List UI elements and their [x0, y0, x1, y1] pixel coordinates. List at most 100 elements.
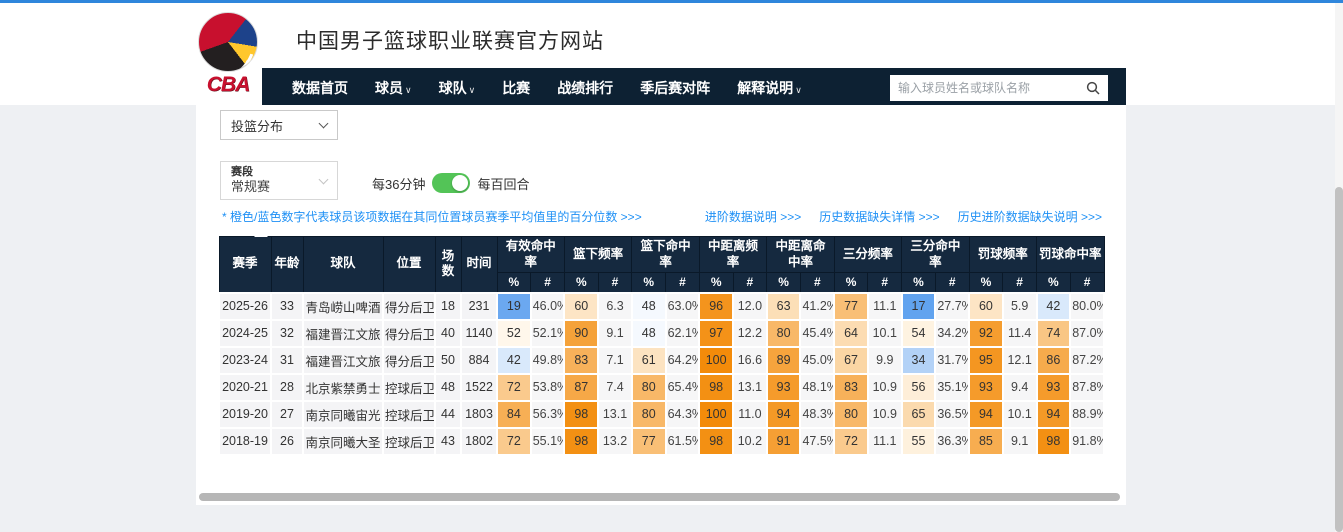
link-missing-data-details[interactable]: 历史数据缺失详情 >>> — [819, 208, 939, 225]
stage-select[interactable]: 赛段 常规赛 — [220, 161, 338, 200]
toggle-knob — [452, 175, 468, 191]
age-cell: 31 — [271, 347, 303, 374]
stat-group-header[interactable]: 中距离频率 — [699, 237, 766, 273]
percentile-cell: 67 — [834, 347, 868, 374]
minutes-cell: 1802 — [461, 428, 497, 455]
minutes-cell: 1803 — [461, 401, 497, 428]
percentile-cell: 72 — [497, 428, 531, 455]
horizontal-scrollbar[interactable] — [199, 493, 1120, 501]
position-cell: 控球后卫 — [383, 374, 435, 401]
link-advanced-stats-help[interactable]: 进阶数据说明 >>> — [705, 208, 801, 225]
percentile-cell: 94 — [1037, 401, 1071, 428]
percentile-cell: 93 — [767, 374, 801, 401]
sub-header-percentile[interactable]: % — [834, 273, 868, 293]
per-mode-toggle[interactable] — [432, 173, 470, 193]
nav-item-teams[interactable]: 球队∨ — [439, 78, 476, 98]
sub-header-percentile[interactable]: % — [497, 273, 531, 293]
stat-group-header[interactable]: 篮下频率 — [564, 237, 631, 273]
nav-item-standings[interactable]: 战绩排行 — [557, 78, 613, 98]
sub-header-percentile[interactable]: % — [632, 273, 666, 293]
stat-group-header[interactable]: 罚球频率 — [969, 237, 1036, 273]
link-missing-advanced-data[interactable]: 历史进阶数据缺失说明 >>> — [958, 208, 1102, 225]
value-cell: 9.9 — [868, 347, 902, 374]
sub-header-percentile[interactable]: % — [1037, 273, 1071, 293]
percentile-cell: 94 — [969, 401, 1003, 428]
sub-header-percentile[interactable]: % — [969, 273, 1003, 293]
sub-header-value[interactable]: # — [666, 273, 700, 293]
percentile-cell: 92 — [969, 320, 1003, 347]
col-header[interactable]: 时间 — [461, 237, 497, 293]
value-cell: 7.1 — [598, 347, 632, 374]
value-cell: 48.3% — [800, 401, 834, 428]
value-cell: 13.1 — [733, 374, 767, 401]
content-card: 投篮分布 赛段 常规赛 每36分钟 每百回合 * 橙色/蓝色数字代表球员该项数据… — [196, 105, 1126, 505]
value-cell: 9.1 — [1003, 428, 1037, 455]
value-cell: 45.0% — [800, 347, 834, 374]
sub-header-value[interactable]: # — [868, 273, 902, 293]
percentile-cell: 98 — [699, 374, 733, 401]
sub-header-value[interactable]: # — [935, 273, 969, 293]
vertical-scrollbar-thumb[interactable] — [1335, 187, 1343, 532]
percentile-cell: 74 — [1037, 320, 1071, 347]
search-input[interactable] — [890, 81, 1078, 95]
percentile-cell: 91 — [767, 428, 801, 455]
sub-header-value[interactable]: # — [800, 273, 834, 293]
col-header[interactable]: 场数 — [435, 237, 461, 293]
sub-header-percentile[interactable]: % — [767, 273, 801, 293]
col-header[interactable]: 球队 — [303, 237, 383, 293]
cba-logo[interactable]: CBA — [192, 12, 264, 97]
value-cell: 87.8% — [1070, 374, 1104, 401]
sub-header-percentile[interactable]: % — [564, 273, 598, 293]
value-cell: 9.1 — [598, 320, 632, 347]
chevron-down-icon — [319, 174, 329, 184]
value-cell: 41.2% — [800, 293, 834, 320]
games-cell: 18 — [435, 293, 461, 320]
nav-item-playoffs[interactable]: 季后赛对阵 — [640, 78, 710, 98]
stage-value: 常规赛 — [231, 179, 270, 195]
search-button[interactable] — [1078, 75, 1108, 101]
percentile-cell: 95 — [969, 347, 1003, 374]
sub-header-value[interactable]: # — [1003, 273, 1037, 293]
report-type-select[interactable]: 投篮分布 — [220, 110, 338, 140]
col-header[interactable]: 赛季 — [219, 237, 271, 293]
col-header[interactable]: 位置 — [383, 237, 435, 293]
value-cell: 6.3 — [598, 293, 632, 320]
col-header[interactable]: 年龄 — [271, 237, 303, 293]
stat-group-header[interactable]: 罚球命中率 — [1037, 237, 1105, 273]
sub-header-value[interactable]: # — [733, 273, 767, 293]
sub-header-percentile[interactable]: % — [902, 273, 936, 293]
percentile-cell: 98 — [564, 401, 598, 428]
nav-item-glossary[interactable]: 解释说明∨ — [737, 78, 802, 98]
nav-item-players[interactable]: 球员∨ — [375, 78, 412, 98]
percentile-cell: 77 — [834, 293, 868, 320]
nav-item-games[interactable]: 比赛 — [502, 78, 530, 98]
percentile-cell: 17 — [902, 293, 936, 320]
report-type-value: 投篮分布 — [231, 116, 283, 135]
value-cell: 56.3% — [531, 401, 565, 428]
stat-group-header[interactable]: 三分频率 — [834, 237, 901, 273]
stage-label: 赛段 — [231, 166, 270, 180]
percentile-cell: 72 — [834, 428, 868, 455]
nav-item-data-home[interactable]: 数据首页 — [292, 78, 348, 98]
value-cell: 10.2 — [733, 428, 767, 455]
stat-group-header[interactable]: 三分命中率 — [902, 237, 969, 273]
sub-header-value[interactable]: # — [598, 273, 632, 293]
percentile-cell: 61 — [632, 347, 666, 374]
stat-group-header[interactable]: 有效命中率 — [497, 237, 564, 273]
age-cell: 28 — [271, 374, 303, 401]
percentile-cell: 83 — [834, 374, 868, 401]
percentile-cell: 86 — [1037, 347, 1071, 374]
stat-group-header[interactable]: 篮下命中率 — [632, 237, 699, 273]
sub-header-percentile[interactable]: % — [699, 273, 733, 293]
value-cell: 9.4 — [1003, 374, 1037, 401]
sub-header-value[interactable]: # — [531, 273, 565, 293]
page-header: CBA 中国男子篮球职业联赛官方网站 数据首页 球员∨ 球队∨ 比赛 战绩排行 … — [0, 3, 1343, 105]
table-row: 2018-1926南京同曦大圣控球后卫4318027255.1%9813.277… — [219, 428, 1104, 455]
percentile-cell: 98 — [1037, 428, 1071, 455]
value-cell: 45.4% — [800, 320, 834, 347]
percentile-cell: 34 — [902, 347, 936, 374]
sub-header-value[interactable]: # — [1070, 273, 1104, 293]
value-cell: 91.8% — [1070, 428, 1104, 455]
percentile-cell: 48 — [632, 320, 666, 347]
stat-group-header[interactable]: 中距离命中率 — [767, 237, 834, 273]
